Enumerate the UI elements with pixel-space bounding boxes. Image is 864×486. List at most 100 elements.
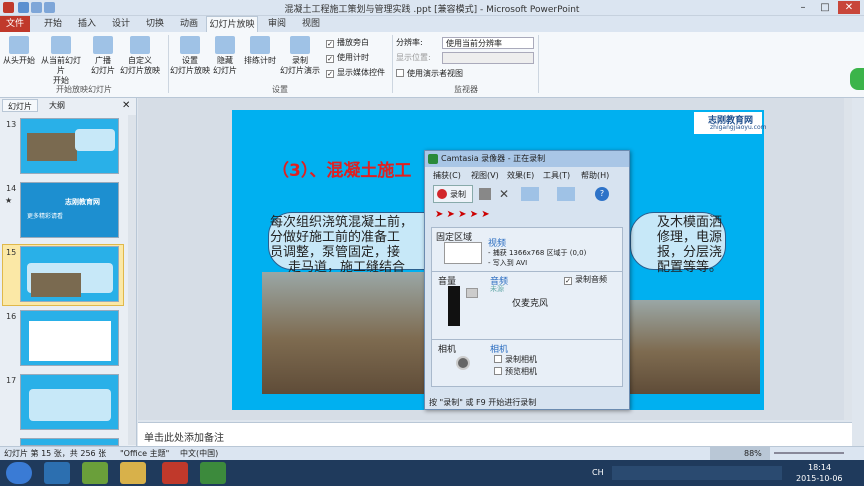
effects-icon[interactable] [521,187,539,201]
thumb-photo [27,133,77,161]
slide-thumbnail-16[interactable] [20,310,119,366]
menu-tools[interactable]: 工具(T) [543,170,570,181]
menu-view[interactable]: 视图(V) [471,170,499,181]
play-narration-checkbox[interactable]: ✓ 播放旁白 [326,37,369,48]
tab-transitions[interactable]: 切换 [140,16,170,32]
tab-home[interactable]: 开始 [38,16,68,32]
camtasia-icon[interactable] [200,462,226,484]
record-icon [290,36,310,54]
camtasia-icon [428,154,438,164]
tab-view[interactable]: 视图 [296,16,326,32]
close-icon[interactable]: ✕ [838,1,860,14]
custom-show-button[interactable]: 自定义 幻灯片放映 [118,36,162,76]
zoom-slider[interactable] [774,452,844,454]
custom-show-icon [130,36,150,54]
group-label-monitors: 监视器 [454,85,478,94]
slideshow-start-icon [9,36,29,54]
tab-design[interactable]: 设计 [106,16,136,32]
setup-show-button[interactable]: 设置 幻灯片放映 [170,36,210,76]
slide-number: 16 [6,312,17,321]
slide-thumbnail-17[interactable] [20,374,119,430]
tab-insert[interactable]: 插入 [72,16,102,32]
notes-pane[interactable]: 单击此处添加备注 [138,422,852,446]
audio-source: 未源 [490,285,504,293]
record-camera-checkbox[interactable]: 录制相机 [494,354,537,365]
zoom-level[interactable]: 88% [744,447,762,460]
tab-slideshow[interactable]: 幻灯片放映 [206,16,258,32]
start-button[interactable] [6,462,32,484]
thumb-photo [31,273,81,297]
group-label-start: 开始放映幻灯片 [56,85,112,94]
region-selector[interactable] [444,242,482,264]
screen-icon[interactable] [557,187,575,201]
delete-icon[interactable]: ✕ [499,187,513,201]
menu-capture[interactable]: 捕获(C) [433,170,461,181]
preview-camera-checkbox[interactable]: 预览相机 [494,366,537,377]
slide-star: ★ [5,196,13,205]
help-icon[interactable]: ? [595,187,609,201]
hide-slide-button[interactable]: 隐藏 幻灯片 [210,36,240,76]
stop-icon[interactable] [479,188,491,200]
powerpoint-icon[interactable] [162,462,188,484]
show-on-dropdown[interactable] [442,52,534,64]
slide-thumbnail-15[interactable] [20,246,119,302]
recorder-status: 按 "录制" 或 F9 开始进行录制 [429,398,537,407]
clock-date: 2015-10-06 [796,474,843,483]
browser-icon[interactable] [82,462,108,484]
broadcast-button[interactable]: 广播 幻灯片 [88,36,118,76]
slide-text-right: 及木模面洒 修理，电源 报，分层浇 配置等等。 [656,215,722,275]
record-audio-checkbox[interactable]: ✓ 录制音频 [564,274,607,285]
tray-icons[interactable] [612,466,782,480]
menu-help[interactable]: 帮助(H) [581,170,609,181]
menu-effects[interactable]: 效果(E) [507,170,534,181]
construction-photo-left [262,272,426,394]
slides-scrollbar[interactable] [128,115,136,445]
explorer-icon[interactable] [120,462,146,484]
tab-animations[interactable]: 动画 [174,16,204,32]
resolution-label: 分辨率: [396,38,423,47]
camtasia-recorder-window[interactable]: Camtasia 录像器 - 正在录制 捕获(C) 视图(V) 效果(E) 工具… [424,150,630,410]
resolution-dropdown[interactable]: 使用当前分辨率 [442,37,534,49]
tab-outline[interactable]: 大纲 [44,99,70,112]
slide-thumbnail-18[interactable] [20,438,119,446]
from-start-button[interactable]: 从头开始 [2,36,36,66]
volume-slider[interactable] [466,288,478,298]
ie-icon[interactable] [44,462,70,484]
video-info-2: - 写入到 AVI [488,259,528,267]
record-button[interactable]: 录制 [433,185,473,203]
record-dot-icon [437,189,447,199]
cursor-effects-icons[interactable]: ➤ ➤ ➤ ➤ ➤ [435,209,555,221]
use-timing-checkbox[interactable]: ✓ 使用计时 [326,52,369,63]
status-bar: 幻灯片 第 15 张，共 256 张 "Office 主题" 中文(中国) 88… [0,446,864,460]
maximize-icon[interactable]: □ [814,1,836,14]
close-pane-icon[interactable]: ✕ [122,100,130,111]
tab-slides[interactable]: 幻灯片 [2,99,38,112]
setup-icon [180,36,200,54]
hide-slide-icon [215,36,235,54]
presenter-view-checkbox[interactable]: 使用演示者视图 [396,68,463,79]
minimize-icon[interactable]: – [792,1,814,14]
camtasia-title: Camtasia 录像器 - 正在录制 [425,151,629,167]
logo-box: 志刚教育网 zhigangjiaoyu.com [694,112,766,134]
thumb-bubble [29,389,111,421]
slide-thumbnail-13[interactable] [20,118,119,174]
show-on-label: 显示位置: [396,53,431,62]
ime-indicator[interactable]: CH [592,468,604,477]
rehearse-button[interactable]: 排练计时 [242,36,278,66]
slide-thumbnail-14[interactable]: 志刚教育网 更多精彩请看 [20,182,119,238]
camera-section: 相机 相机 录制相机 预览相机 [431,339,623,387]
record-show-button[interactable]: 录制 幻灯片演示 [278,36,322,76]
slide-number: 14 [6,184,17,193]
tab-review[interactable]: 审阅 [262,16,292,32]
show-media-controls-checkbox[interactable]: ✓ 显示媒体控件 [326,67,385,78]
slide-number: 17 [6,376,17,385]
group-separator [392,35,393,93]
ribbon-tabs: 文件 开始 插入 设计 切换 动画 幻灯片放映 审阅 视图 [0,16,864,32]
group-separator [168,35,169,93]
slide-count: 幻灯片 第 15 张，共 256 张 [4,449,107,458]
from-current-button[interactable]: 从当前幻灯片 开始 [38,36,84,86]
360-float-icon[interactable] [850,68,864,90]
group-separator [538,35,539,93]
tab-file[interactable]: 文件 [0,16,30,32]
editor-scrollbar[interactable] [844,98,852,420]
